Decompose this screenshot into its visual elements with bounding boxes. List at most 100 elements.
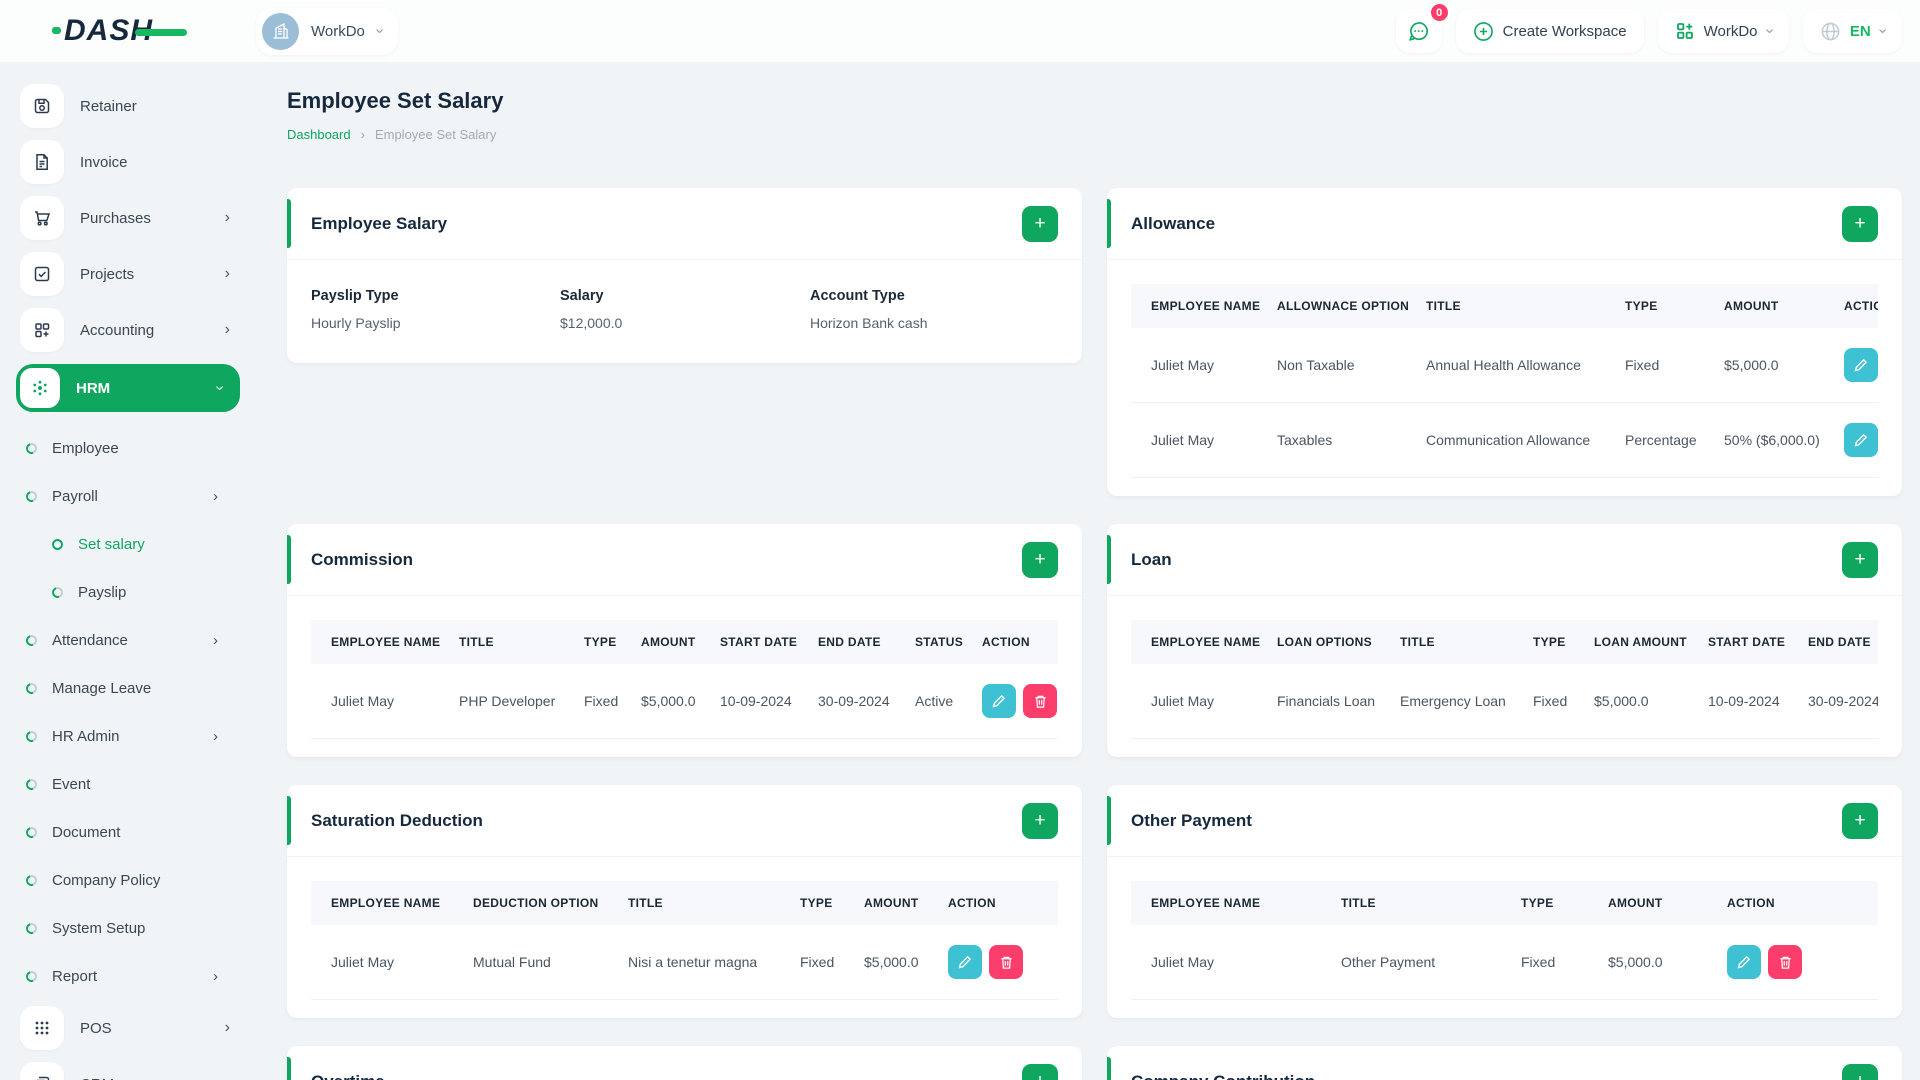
sidebar-item-label: Projects — [80, 265, 135, 283]
submenu-item-payslip[interactable]: Payslip — [26, 568, 240, 616]
submenu-item-set-salary[interactable]: Set salary — [26, 520, 240, 568]
submenu-item-report[interactable]: Report › — [24, 952, 240, 1000]
submenu-item-system-setup[interactable]: System Setup — [24, 904, 240, 952]
submenu-item-attendance[interactable]: Attendance › — [24, 616, 240, 664]
card-title: Employee Salary — [311, 213, 448, 233]
chevron-down-icon: › — [371, 28, 389, 34]
card-title: Loan — [1131, 549, 1172, 569]
submenu-item-payroll[interactable]: Payroll › — [24, 472, 240, 520]
add-employee-salary-button[interactable]: + — [1022, 205, 1058, 242]
submenu-item-manage-leave[interactable]: Manage Leave — [24, 664, 240, 712]
column-header: ACTION — [982, 620, 1058, 664]
card-accent — [1107, 535, 1111, 584]
edit-button[interactable] — [948, 945, 982, 979]
language-button[interactable]: EN › — [1802, 9, 1902, 53]
edit-button[interactable] — [982, 684, 1016, 718]
chevron-right-icon: › — [224, 1019, 230, 1036]
column-header: EMPLOYEE NAME — [1131, 620, 1277, 664]
delete-button[interactable] — [1768, 945, 1802, 979]
table-cell: Juliet May — [311, 925, 473, 1000]
bullet-icon — [24, 728, 39, 744]
table-cell: Non Taxable — [1277, 328, 1426, 403]
bullet-icon — [50, 584, 65, 600]
plus-icon: + — [1854, 1071, 1865, 1080]
table-cell: Juliet May — [1131, 402, 1277, 478]
sidebar-item-label: POS — [80, 1019, 112, 1037]
sidebar-item-crm[interactable]: CRM › — [20, 1062, 240, 1080]
add-overtime-button[interactable]: + — [1022, 1063, 1058, 1080]
column-header: START DATE — [720, 620, 818, 664]
submenu-item-employee[interactable]: Employee — [24, 424, 240, 472]
breadcrumb-dashboard-link[interactable]: Dashboard — [287, 127, 351, 142]
messages-button[interactable]: 0 — [1395, 2, 1450, 53]
table-row: Juliet May Other Payment Fixed $5,000.0 — [1131, 925, 1878, 1000]
chevron-down-icon: › — [1761, 28, 1779, 34]
edit-button[interactable] — [1844, 423, 1878, 457]
table-row: Juliet May Mutual Fund Nisi a tenetur ma… — [311, 925, 1058, 1000]
sidebar-item-pos[interactable]: POS › — [20, 1006, 240, 1050]
column-header: DEDUCTION OPTION — [473, 881, 628, 925]
globe-icon — [1821, 22, 1840, 40]
pos-grid-icon — [20, 1006, 64, 1050]
add-other-payment-button[interactable]: + — [1842, 802, 1878, 839]
chevron-right-icon: › — [224, 321, 230, 338]
submenu-item-document[interactable]: Document — [24, 808, 240, 856]
topbar-actions: 0 Create Workspace WorkDo › EN › — [1395, 2, 1902, 53]
workspace-switcher[interactable]: WorkDo › — [256, 7, 399, 55]
grid-plus-icon — [20, 308, 64, 352]
card-title: Overtime — [311, 1072, 385, 1080]
create-workspace-button[interactable]: Create Workspace — [1455, 9, 1644, 53]
table-cell: Juliet May — [1131, 664, 1277, 739]
submenu-item-company-policy[interactable]: Company Policy — [24, 856, 240, 904]
pencil-icon — [992, 694, 1006, 708]
bullet-icon — [24, 968, 39, 984]
add-saturation-deduction-button[interactable]: + — [1022, 802, 1058, 839]
table-cell: Fixed — [1521, 925, 1608, 1000]
sidebar-item-purchases[interactable]: Purchases › — [20, 196, 240, 240]
column-header: ALLOWNACE OPTION — [1277, 284, 1426, 328]
sidebar-item-invoice[interactable]: Invoice — [20, 140, 240, 184]
bullet-icon — [24, 488, 39, 504]
column-header: ACTION — [1727, 881, 1878, 925]
card-header: Commission + — [287, 524, 1082, 596]
table-header-row: EMPLOYEE NAME LOAN OPTIONS TITLE TYPE LO… — [1131, 620, 1878, 664]
messages-badge: 0 — [1428, 2, 1450, 23]
column-header: TYPE — [800, 881, 864, 925]
commission-card: Commission + EMPLOYEE NAME TITLE TYPE AM… — [287, 524, 1082, 757]
submenu-item-event[interactable]: Event — [24, 760, 240, 808]
edit-button[interactable] — [1844, 348, 1878, 382]
submenu-item-hr-admin[interactable]: HR Admin › — [24, 712, 240, 760]
edit-button[interactable] — [1727, 945, 1761, 979]
delete-button[interactable] — [1023, 684, 1057, 718]
bullet-icon — [24, 824, 39, 840]
sidebar-item-retainer[interactable]: Retainer — [20, 84, 240, 128]
trash-icon — [1034, 695, 1046, 708]
plus-circle-icon — [1473, 21, 1493, 41]
sidebar-item-hrm[interactable]: HRM › — [16, 364, 240, 412]
column-header: AMOUNT — [1724, 284, 1844, 328]
breadcrumb: Dashboard › Employee Set Salary — [287, 127, 1902, 142]
chevron-right-icon: › — [224, 265, 230, 282]
table-cell: Annual Health Allowance — [1426, 328, 1625, 403]
add-commission-button[interactable]: + — [1022, 541, 1058, 578]
card-title: Allowance — [1131, 213, 1216, 233]
sidebar-item-label: Purchases — [80, 209, 151, 227]
app-menu-button[interactable]: WorkDo › — [1657, 9, 1789, 53]
add-loan-button[interactable]: + — [1842, 541, 1878, 578]
chat-icon — [1409, 21, 1429, 41]
add-company-contribution-button[interactable]: + — [1842, 1063, 1878, 1080]
workspace-name: WorkDo — [311, 22, 365, 40]
add-allowance-button[interactable]: + — [1842, 205, 1878, 242]
card-accent — [287, 796, 291, 845]
sidebar-item-label: Retainer — [80, 97, 137, 115]
other-payment-card: Other Payment + EMPLOYEE NAME TITLE TYPE… — [1107, 785, 1902, 1018]
sidebar-item-accounting[interactable]: Accounting › — [20, 308, 240, 352]
trash-icon — [1000, 956, 1012, 969]
logo[interactable]: DASH — [0, 14, 256, 48]
delete-button[interactable] — [989, 945, 1023, 979]
table-cell: Financials Loan — [1277, 664, 1400, 739]
sidebar-item-projects[interactable]: Projects › — [20, 252, 240, 296]
card-accent — [287, 535, 291, 584]
card-body: EMPLOYEE NAME LOAN OPTIONS TITLE TYPE LO… — [1107, 596, 1902, 757]
column-header: TITLE — [1341, 881, 1521, 925]
